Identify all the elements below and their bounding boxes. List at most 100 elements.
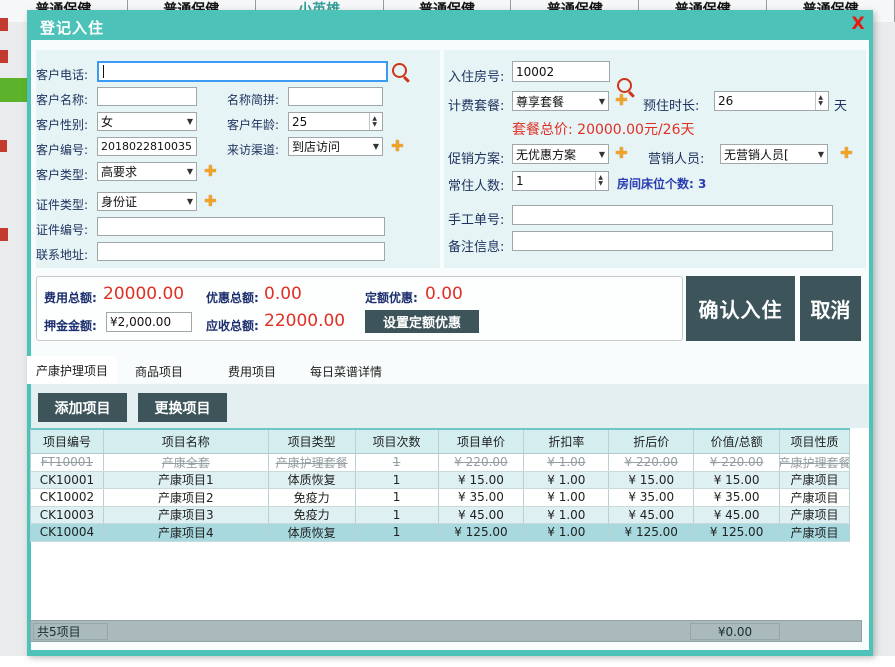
- channel-label: 来访渠道:: [227, 141, 279, 158]
- cell-discount-rate: ¥ 1.00: [524, 472, 609, 489]
- add-promo-icon[interactable]: ✚: [615, 145, 628, 161]
- add-package-icon[interactable]: ✚: [615, 92, 628, 108]
- cell-total: ¥ 45.00: [694, 507, 780, 524]
- gender-select[interactable]: 女▼: [97, 112, 197, 131]
- bg-fragment: [0, 50, 8, 63]
- customer-no-input[interactable]: 2018022810035: [97, 137, 197, 156]
- cell-item-nature: 产康项目: [780, 507, 850, 524]
- add-channel-icon[interactable]: ✚: [391, 138, 404, 154]
- cell-item-name: 产康项目4: [104, 524, 269, 541]
- table-row[interactable]: CK10001 产康项目1 体质恢复 1 ¥ 15.00 ¥ 1.00 ¥ 15…: [30, 472, 850, 490]
- chevron-down-icon: ▼: [818, 150, 824, 159]
- manual-no-label: 手工单号:: [448, 209, 504, 228]
- cell-discounted-price: ¥ 220.00: [609, 454, 694, 471]
- tab-postpartum-care[interactable]: 产康护理项目: [27, 356, 117, 384]
- marketer-select[interactable]: 无营销人员[▼: [720, 144, 828, 164]
- cell-discount-rate: ¥ 1.00: [524, 454, 609, 471]
- table-row[interactable]: CK10002 产康项目2 免疫力 1 ¥ 35.00 ¥ 1.00 ¥ 35.…: [30, 489, 850, 507]
- total-fee-label: 费用总额:: [44, 289, 97, 306]
- cell-times: 1: [356, 489, 439, 506]
- replace-item-button[interactable]: 更换项目: [138, 393, 227, 422]
- page: 普通保健 普通保健 小英雄 普通保健 普通保健 普通保健 普通保健 登记入住 X…: [0, 0, 895, 667]
- close-icon[interactable]: X: [848, 14, 868, 34]
- col-header: 折扣率: [524, 430, 609, 453]
- discount-total-value: 0.00: [264, 284, 302, 304]
- add-id-type-icon[interactable]: ✚: [204, 193, 217, 209]
- text-caret: [103, 65, 104, 78]
- add-customer-type-icon[interactable]: ✚: [204, 163, 217, 179]
- promo-label: 促销方案:: [448, 148, 504, 167]
- channel-select[interactable]: 到店访问▼: [288, 137, 383, 156]
- customer-type-label: 客户类型:: [36, 166, 88, 183]
- stay-length-label: 预住时长:: [643, 95, 699, 114]
- total-fee-value: 20000.00: [103, 284, 184, 304]
- age-stepper[interactable]: 25▲▼: [288, 112, 383, 131]
- customer-name-input[interactable]: [97, 87, 197, 106]
- package-total-text: 套餐总价: 20000.00元/26天: [512, 119, 695, 139]
- package-select[interactable]: 尊享套餐▼: [512, 91, 609, 111]
- id-type-label: 证件类型:: [36, 196, 88, 213]
- cell-times: 1: [356, 454, 439, 471]
- col-header: 项目类型: [269, 430, 356, 453]
- address-label: 联系地址:: [36, 246, 88, 263]
- cell-item-name: 产康项目1: [104, 472, 269, 489]
- id-no-label: 证件编号:: [36, 221, 88, 238]
- tab-goods[interactable]: 商品项目: [135, 363, 183, 380]
- search-icon[interactable]: [392, 63, 407, 78]
- stay-length-stepper[interactable]: 26▲▼: [714, 91, 829, 111]
- tab-fees[interactable]: 费用项目: [228, 363, 276, 380]
- pinyin-input[interactable]: [288, 87, 383, 106]
- deposit-input[interactable]: ¥2,000.00: [106, 312, 192, 332]
- cell-item-type: 免疫力: [269, 489, 356, 506]
- add-marketer-icon[interactable]: ✚: [840, 145, 853, 161]
- cell-unit-price: ¥ 35.00: [439, 489, 525, 506]
- table-row[interactable]: FT10001 产康全套 产康护理套餐 1 ¥ 220.00 ¥ 1.00 ¥ …: [30, 454, 850, 472]
- cell-unit-price: ¥ 125.00: [439, 524, 525, 541]
- cell-item-name: 产康项目2: [104, 489, 269, 506]
- col-header: 项目编号: [31, 430, 104, 453]
- cell-total: ¥ 125.00: [694, 524, 780, 541]
- cell-item-type: 产康护理套餐: [269, 454, 356, 471]
- remark-input[interactable]: [512, 231, 833, 251]
- bg-fragment: [0, 140, 7, 152]
- address-input[interactable]: [97, 242, 385, 261]
- chevron-down-icon: ▼: [187, 167, 193, 176]
- col-header: 折后价: [609, 430, 694, 453]
- cell-item-type: 体质恢复: [269, 524, 356, 541]
- table-row[interactable]: CK10003 产康项目3 免疫力 1 ¥ 45.00 ¥ 1.00 ¥ 45.…: [30, 507, 850, 525]
- customer-type-select[interactable]: 高要求▼: [97, 162, 197, 181]
- cell-item-type: 免疫力: [269, 507, 356, 524]
- items-table: 项目编号 项目名称 项目类型 项目次数 项目单价 折扣率 折后价 价值/总额 项…: [30, 428, 850, 542]
- spin-down-icon[interactable]: ▼: [372, 122, 377, 128]
- cell-item-nature: 产康护理套餐: [780, 454, 850, 471]
- cell-discounted-price: ¥ 45.00: [609, 507, 694, 524]
- col-header: 项目名称: [104, 430, 269, 453]
- fixed-discount-label: 定额优惠:: [365, 289, 418, 306]
- add-item-button[interactable]: 添加项目: [38, 393, 127, 422]
- chevron-down-icon: ▼: [599, 97, 605, 106]
- receivable-value: 22000.00: [264, 311, 345, 331]
- residents-stepper[interactable]: 1▲▼: [512, 171, 609, 191]
- gender-label: 客户性别:: [36, 116, 88, 133]
- cell-unit-price: ¥ 15.00: [439, 472, 525, 489]
- room-no-input[interactable]: 10002: [512, 61, 610, 82]
- stay-unit-label: 天: [834, 95, 847, 114]
- confirm-checkin-button[interactable]: 确认入住: [686, 276, 795, 341]
- spin-down-icon[interactable]: ▼: [598, 181, 603, 187]
- manual-no-input[interactable]: [512, 205, 833, 225]
- chevron-down-icon: ▼: [187, 197, 193, 206]
- phone-input[interactable]: [97, 61, 388, 82]
- status-total-box: ¥0.00: [690, 623, 780, 640]
- set-fixed-discount-button[interactable]: 设置定额优惠: [365, 310, 479, 333]
- promo-select[interactable]: 无优惠方案▼: [512, 144, 609, 164]
- id-no-input[interactable]: [97, 217, 385, 236]
- tab-daily-menu[interactable]: 每日菜谱详情: [310, 363, 382, 380]
- cell-times: 1: [356, 524, 439, 541]
- table-row-selected[interactable]: CK10004 产康项目4 体质恢复 1 ¥ 125.00 ¥ 1.00 ¥ 1…: [30, 524, 850, 542]
- cancel-button[interactable]: 取消: [800, 276, 861, 341]
- col-header: 项目单价: [439, 430, 525, 453]
- spin-down-icon[interactable]: ▼: [818, 101, 823, 107]
- id-type-select[interactable]: 身份证▼: [97, 192, 197, 211]
- bg-fragment-green: [0, 78, 28, 102]
- cell-discounted-price: ¥ 125.00: [609, 524, 694, 541]
